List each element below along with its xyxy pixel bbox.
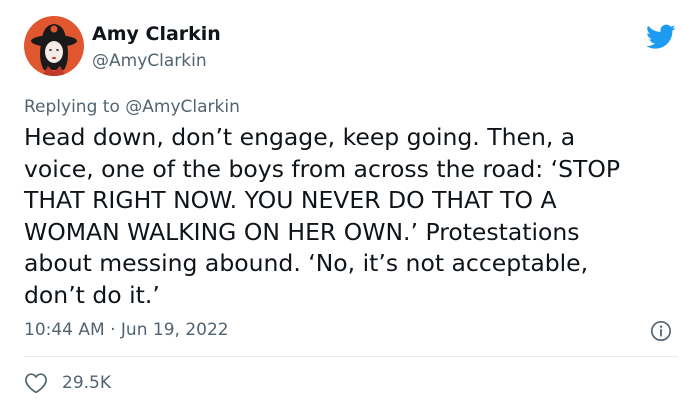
tweet-text-line: voice, one of the boys from across the r… <box>24 154 621 183</box>
tweet-card: Amy Clarkin @AmyClarkin Replying to @Amy… <box>0 0 700 410</box>
info-icon[interactable] <box>650 320 672 342</box>
display-name[interactable]: Amy Clarkin <box>92 22 221 46</box>
tweet-text-line: about messing abound. ‘No, it’s not acce… <box>24 249 589 277</box>
tweet-text: Head down, don’t engage, keep going. The… <box>24 122 684 311</box>
tweet-text-line: THAT RIGHT NOW. YOU NEVER DO THAT TO A <box>24 186 557 214</box>
author-block: Amy Clarkin @AmyClarkin <box>92 22 221 73</box>
twitter-bird-icon[interactable] <box>646 24 676 50</box>
tweet-text-line: don’t do it.’ <box>24 280 160 309</box>
divider <box>24 356 678 357</box>
tweet-time: 10:44 AM <box>24 320 105 340</box>
reply-mention-link[interactable]: @AmyClarkin <box>125 97 240 117</box>
user-handle[interactable]: @AmyClarkin <box>92 49 221 73</box>
avatar-illustration <box>24 16 84 76</box>
avatar[interactable] <box>24 16 84 76</box>
tweet-text-line: WOMAN WALKING ON HER OWN.’ Protestations <box>24 217 580 246</box>
tweet-date: Jun 19, 2022 <box>120 320 229 340</box>
replying-to: Replying to @AmyClarkin <box>24 96 240 118</box>
replying-to-prefix: Replying to <box>24 97 126 117</box>
like-action[interactable]: 29.5K <box>24 371 111 395</box>
tweet-timestamp[interactable]: 10:44 AM · Jun 19, 2022 <box>24 319 229 341</box>
heart-icon[interactable] <box>24 372 48 394</box>
meta-separator: · <box>104 320 121 340</box>
like-count: 29.5K <box>62 373 111 393</box>
tweet-text-line: Head down, don’t engage, keep going. The… <box>24 123 576 151</box>
